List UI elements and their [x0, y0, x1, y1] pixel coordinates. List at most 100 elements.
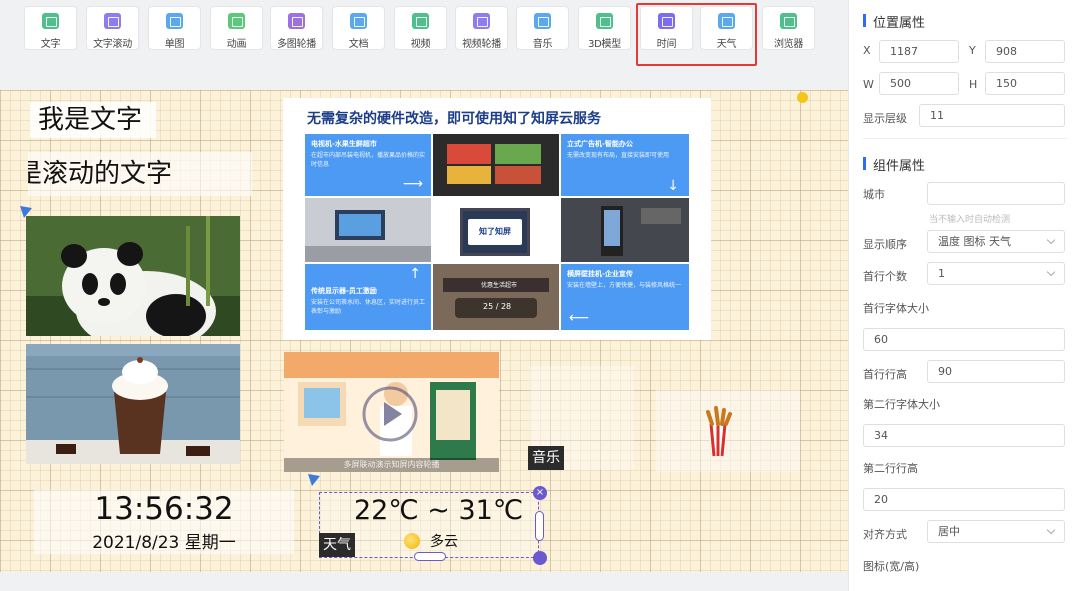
city-label: 城市	[863, 188, 885, 201]
scroll-text-content: 是滚动的文字	[28, 159, 173, 189]
animation-icon	[228, 13, 245, 29]
video-thumbnail	[284, 352, 499, 472]
tool-label: 单图	[164, 39, 185, 50]
tool-animation[interactable]: 动画	[210, 6, 263, 50]
tool-label: 天气	[716, 39, 737, 50]
weather-temp: 22℃ ~ 31℃	[354, 495, 524, 526]
cloud-icon	[718, 13, 735, 29]
clock-element[interactable]: 13:56:32 2021/8/23 星期一	[34, 490, 294, 554]
weather-tag: 天气	[319, 533, 355, 557]
panel-divider	[863, 138, 1067, 139]
banner-photo-fruits	[433, 134, 559, 196]
rotate-handle-icon[interactable]	[306, 472, 322, 488]
align-select[interactable]: 居中	[927, 520, 1065, 543]
scroll-text-element[interactable]: 是滚动的文字	[28, 152, 252, 196]
w-input[interactable]: 500	[879, 72, 959, 95]
video-carousel-icon	[473, 13, 490, 29]
tool-scroll-text[interactable]: 文字滚动	[86, 6, 139, 50]
first-height-input[interactable]: 90	[927, 360, 1065, 383]
static-text-element[interactable]: 我是文字	[30, 102, 156, 138]
icon-size-label: 图标(宽/高)	[863, 560, 920, 573]
tool-label: 视频	[410, 39, 431, 50]
order-label: 显示顺序	[863, 238, 907, 251]
calendar-icon	[658, 13, 675, 29]
scroll-text-icon	[104, 13, 121, 29]
editor-app: 文字 文字滚动 单图 动画 多图轮播 文档 视频 视频轮播 音乐 3D模型 时间…	[0, 0, 1080, 591]
resize-handle-right[interactable]	[535, 511, 544, 541]
tool-time[interactable]: 时间	[640, 6, 693, 50]
resize-corner-icon[interactable]	[533, 551, 547, 565]
arrow-up-icon: ↑	[409, 266, 421, 282]
banner-title: 无需复杂的硬件改造，即可使用知了知屏云服务	[307, 111, 601, 127]
tool-label: 动画	[226, 39, 247, 50]
banner-center-logo: 知了知屏	[460, 208, 530, 256]
cell-desc: 安装在墙壁上，方便快捷，与装修风格统一	[567, 282, 682, 289]
second-font-label: 第二行字体大小	[863, 398, 940, 411]
first-count-select[interactable]: 1	[927, 262, 1065, 285]
x-label: X	[863, 44, 871, 57]
tool-label: 音乐	[532, 39, 553, 50]
photo-counter: 25 / 28	[483, 302, 512, 311]
h-label: H	[969, 78, 978, 91]
photo-banner-text: 优惠生活超市	[481, 282, 518, 289]
tool-music[interactable]: 音乐	[516, 6, 569, 50]
tool-video[interactable]: 视频	[394, 6, 447, 50]
w-label: W	[863, 78, 874, 91]
tool-image[interactable]: 单图	[148, 6, 201, 50]
layer-input[interactable]: 11	[919, 104, 1065, 127]
document-element[interactable]: 无需复杂的硬件改造，即可使用知了知屏云服务 电视机-水果生鲜超市 在超市内部吊装…	[283, 98, 711, 340]
tool-label: 浏览器	[773, 39, 804, 50]
tool-text[interactable]: 文字	[24, 6, 77, 50]
animation-element[interactable]	[656, 390, 800, 472]
music-tag: 音乐	[528, 446, 564, 470]
tool-label: 3D模型	[588, 39, 621, 50]
banner-cell-employee: ↑ 传统显示器-员工激励 安装在公司茶水间、休息区，实时进行员工表彰与激励	[305, 264, 431, 330]
tool-label: 文字滚动	[93, 39, 132, 50]
video-element[interactable]: 多屏联动演示知屏内容轮播	[284, 352, 499, 472]
banner-cell-branding: 横屏壁挂机-企业宣传 安装在墙壁上，方便快捷，与装修风格统一 ⟵	[561, 264, 689, 330]
weather-desc: 多云	[430, 534, 458, 550]
cube-icon	[596, 13, 613, 29]
banner-photo-office	[305, 198, 431, 262]
first-font-input[interactable]: 60	[863, 328, 1065, 351]
image-carousel-icon	[288, 13, 305, 29]
tool-image-carousel[interactable]: 多图轮播	[270, 6, 323, 50]
second-height-input[interactable]: 20	[863, 488, 1065, 511]
component-section-title: 组件属性	[863, 155, 925, 174]
h-input[interactable]: 150	[985, 72, 1065, 95]
cell-heading: 立式广告机-智能办公	[567, 140, 633, 148]
center-logo-text: 知了知屏	[468, 219, 522, 245]
tool-3d-model[interactable]: 3D模型	[578, 6, 631, 50]
align-label: 对齐方式	[863, 528, 907, 541]
close-icon[interactable]: ×	[533, 486, 547, 500]
tool-video-carousel[interactable]: 视频轮播	[455, 6, 508, 50]
tool-browser[interactable]: 浏览器	[762, 6, 815, 50]
clock-date: 2021/8/23 星期一	[92, 533, 236, 553]
canvas-scrollbar-area	[0, 572, 848, 591]
city-input[interactable]	[927, 182, 1065, 205]
panda-image-element[interactable]	[26, 216, 240, 336]
component-toolbar: 文字 文字滚动 单图 动画 多图轮播 文档 视频 视频轮播 音乐 3D模型 时间…	[0, 0, 848, 66]
tool-label: 视频轮播	[462, 39, 501, 50]
y-input[interactable]: 908	[985, 40, 1065, 63]
design-canvas[interactable]: 我是文字 是滚动的文字 13:56:32 2021/8/23 星期一 无需复杂的…	[0, 90, 848, 572]
weather-element-selected[interactable]: 22℃ ~ 31℃ 多云 天气 ×	[319, 486, 547, 565]
order-select[interactable]: 温度 图标 天气	[927, 230, 1065, 253]
cocoa-image-element[interactable]	[26, 344, 240, 464]
tool-weather[interactable]: 天气	[700, 6, 753, 50]
document-icon	[350, 13, 367, 29]
first-height-label: 首行行高	[863, 368, 907, 381]
x-input[interactable]: 1187	[879, 40, 959, 63]
first-font-label: 首行字体大小	[863, 302, 929, 315]
banner-cell-office: 立式广告机-智能办公 无需改变现有布局，直接安装即可使用 ↓	[561, 134, 689, 196]
cell-heading: 电视机-水果生鲜超市	[311, 140, 377, 148]
arrow-down-icon: ↓	[667, 178, 679, 194]
y-label: Y	[969, 44, 976, 57]
cell-desc: 在超市内部吊装电视机，播放果品价格的实时信息	[311, 152, 426, 168]
second-font-input[interactable]: 34	[863, 424, 1065, 447]
banner-photo-work	[561, 198, 689, 262]
text-icon	[42, 13, 59, 29]
resize-handle-bottom[interactable]	[414, 552, 446, 561]
video-icon	[412, 13, 429, 29]
tool-document[interactable]: 文档	[332, 6, 385, 50]
